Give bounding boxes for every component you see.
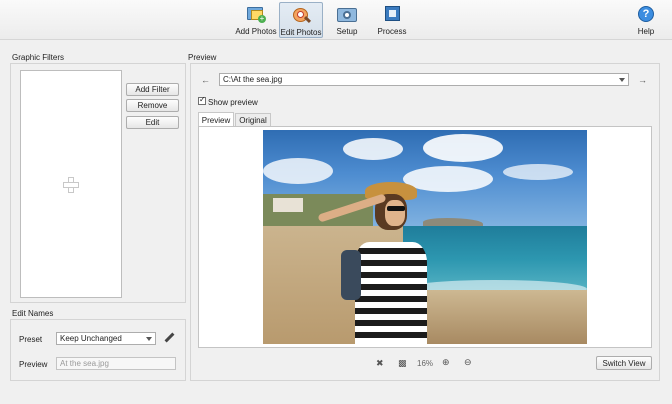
tab-preview[interactable]: Preview	[198, 112, 234, 127]
checkmark-icon: ✓	[199, 95, 206, 104]
graphic-filters-title: Graphic Filters	[12, 53, 65, 62]
zoom-in-icon[interactable]: ⊕	[442, 357, 450, 367]
setup-icon	[336, 4, 358, 24]
edit-button[interactable]: Edit	[126, 116, 179, 129]
add-photos-icon: +	[245, 4, 267, 24]
arrow-left-icon[interactable]: ←	[201, 75, 210, 85]
remove-button[interactable]: Remove	[126, 99, 179, 112]
show-preview-label: Show preview	[208, 98, 258, 107]
edit-photos-label: Edit Photos	[280, 28, 322, 37]
show-preview-checkbox[interactable]: ✓	[198, 95, 206, 105]
arrow-right-icon[interactable]: →	[638, 75, 647, 85]
preset-select[interactable]: Keep Unchanged	[56, 332, 156, 345]
add-photos-label: Add Photos	[235, 27, 277, 36]
setup-button[interactable]: Setup	[330, 2, 364, 38]
actual-size-icon[interactable]: ▩	[398, 358, 407, 368]
setup-label: Setup	[336, 27, 358, 36]
preset-value: Keep Unchanged	[60, 334, 122, 343]
zoom-level: 16%	[417, 359, 434, 368]
chevron-down-icon	[619, 78, 625, 82]
process-icon	[381, 4, 403, 24]
edit-names-title: Edit Names	[12, 309, 54, 318]
main-toolbar: + Add Photos Edit Photos Setup Process ?…	[0, 0, 672, 40]
add-photos-button[interactable]: + Add Photos	[235, 2, 277, 38]
help-label: Help	[637, 27, 655, 36]
process-button[interactable]: Process	[374, 2, 410, 38]
fit-to-window-icon[interactable]: ✖	[376, 358, 384, 368]
process-label: Process	[377, 27, 407, 36]
add-filter-button[interactable]: Add Filter	[126, 83, 179, 96]
chevron-down-icon	[146, 337, 152, 341]
preview-area	[198, 126, 652, 348]
preset-label: Preset	[19, 335, 43, 344]
preview-name-value: At the sea.jpg	[60, 359, 109, 368]
preview-name-field: At the sea.jpg	[56, 357, 176, 370]
switch-view-button[interactable]: Switch View	[596, 356, 652, 370]
zoom-out-icon[interactable]: ⊖	[464, 357, 472, 367]
preview-photo	[263, 130, 587, 344]
preview-title: Preview	[188, 53, 217, 62]
preview-name-label: Preview	[19, 360, 48, 369]
tab-original[interactable]: Original	[235, 113, 271, 127]
edit-photos-icon	[290, 5, 312, 25]
filter-list[interactable]	[20, 70, 122, 298]
edit-photos-button[interactable]: Edit Photos	[279, 2, 323, 38]
pencil-icon[interactable]	[164, 332, 175, 343]
help-icon: ?	[635, 4, 657, 24]
file-path-value: C:\At the sea.jpg	[223, 75, 283, 84]
edit-names-panel	[10, 319, 186, 381]
file-path-select[interactable]: C:\At the sea.jpg	[219, 73, 629, 86]
help-button[interactable]: ? Help	[634, 2, 658, 38]
add-plus-icon	[63, 177, 79, 193]
